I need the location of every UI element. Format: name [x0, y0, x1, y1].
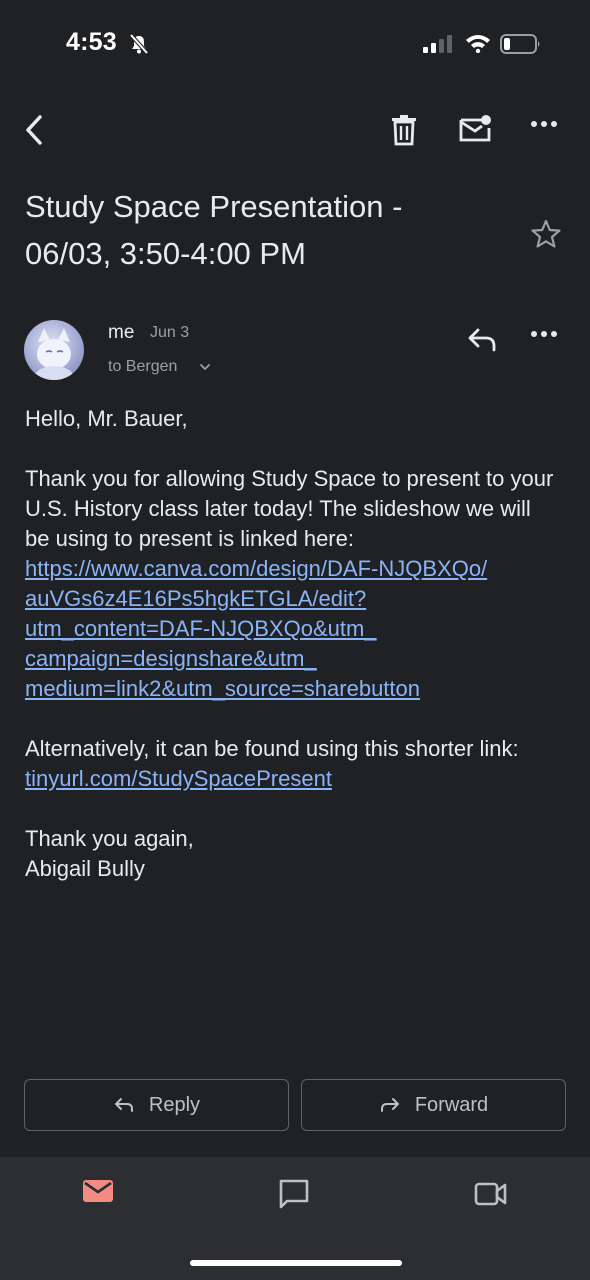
- silent-bell-icon: [128, 33, 150, 55]
- status-time: 4:53: [66, 28, 117, 56]
- forward-arrow-icon: [379, 1096, 401, 1114]
- mail-icon[interactable]: [82, 1178, 114, 1204]
- subject-line-1: Study Space Presentation -: [25, 189, 403, 224]
- email-subject: Study Space Presentation - 06/03, 3:50-4…: [25, 183, 505, 277]
- sender-name: me: [108, 322, 135, 343]
- email-body: Hello, Mr. Bauer, Thank you for allowing…: [25, 404, 555, 884]
- body-paragraph-2: Alternatively, it can be found using thi…: [25, 734, 555, 794]
- more-horizontal-icon[interactable]: [530, 120, 558, 128]
- message-more-icon[interactable]: [530, 330, 558, 338]
- link-line: https://www.canva.com/design/DAF-NJQBXQo…: [25, 556, 488, 581]
- link-line: auVGs6z4E16Ps5hgkETGLA/edit?: [25, 586, 367, 611]
- closing: Thank you again,: [25, 826, 194, 851]
- trash-icon[interactable]: [390, 114, 418, 146]
- battery-icon: [500, 33, 542, 55]
- video-camera-icon[interactable]: [474, 1180, 508, 1208]
- mail-unread-icon[interactable]: [458, 114, 494, 144]
- body-paragraph-1: Thank you for allowing Study Space to pr…: [25, 466, 554, 551]
- tinyurl-link[interactable]: tinyurl.com/StudySpacePresent: [25, 766, 332, 791]
- star-icon[interactable]: [530, 218, 562, 250]
- signature: Abigail Bully: [25, 856, 145, 881]
- avatar[interactable]: [24, 320, 84, 380]
- reply-label: Reply: [148, 1093, 201, 1116]
- reply-icon[interactable]: [466, 326, 498, 352]
- paragraph-2-text: Alternatively, it can be found using thi…: [25, 736, 519, 761]
- forward-label: Forward: [414, 1093, 489, 1116]
- email-date: Jun 3: [150, 324, 190, 341]
- link-line: medium=link2&utm_source=sharebutton: [25, 676, 421, 701]
- home-indicator[interactable]: [190, 1260, 402, 1266]
- link-line: utm_content=DAF-NJQBXQo&utm_: [25, 616, 377, 641]
- greeting: Hello, Mr. Bauer,: [25, 406, 188, 431]
- recipients[interactable]: to Bergen: [108, 358, 177, 376]
- forward-button[interactable]: Forward: [301, 1079, 566, 1131]
- chevron-down-icon[interactable]: [198, 362, 212, 372]
- subject-line-2: 06/03, 3:50-4:00 PM: [25, 236, 306, 271]
- back-arrow-icon[interactable]: [20, 112, 50, 148]
- chat-icon[interactable]: [278, 1178, 310, 1210]
- wifi-icon: [465, 33, 491, 53]
- canva-link[interactable]: https://www.canva.com/design/DAF-NJQBXQo…: [25, 554, 555, 704]
- cellular-signal-icon: [423, 35, 453, 53]
- reply-arrow-icon: [113, 1096, 135, 1114]
- link-line: campaign=designshare&utm_: [25, 646, 317, 671]
- reply-button[interactable]: Reply: [24, 1079, 289, 1131]
